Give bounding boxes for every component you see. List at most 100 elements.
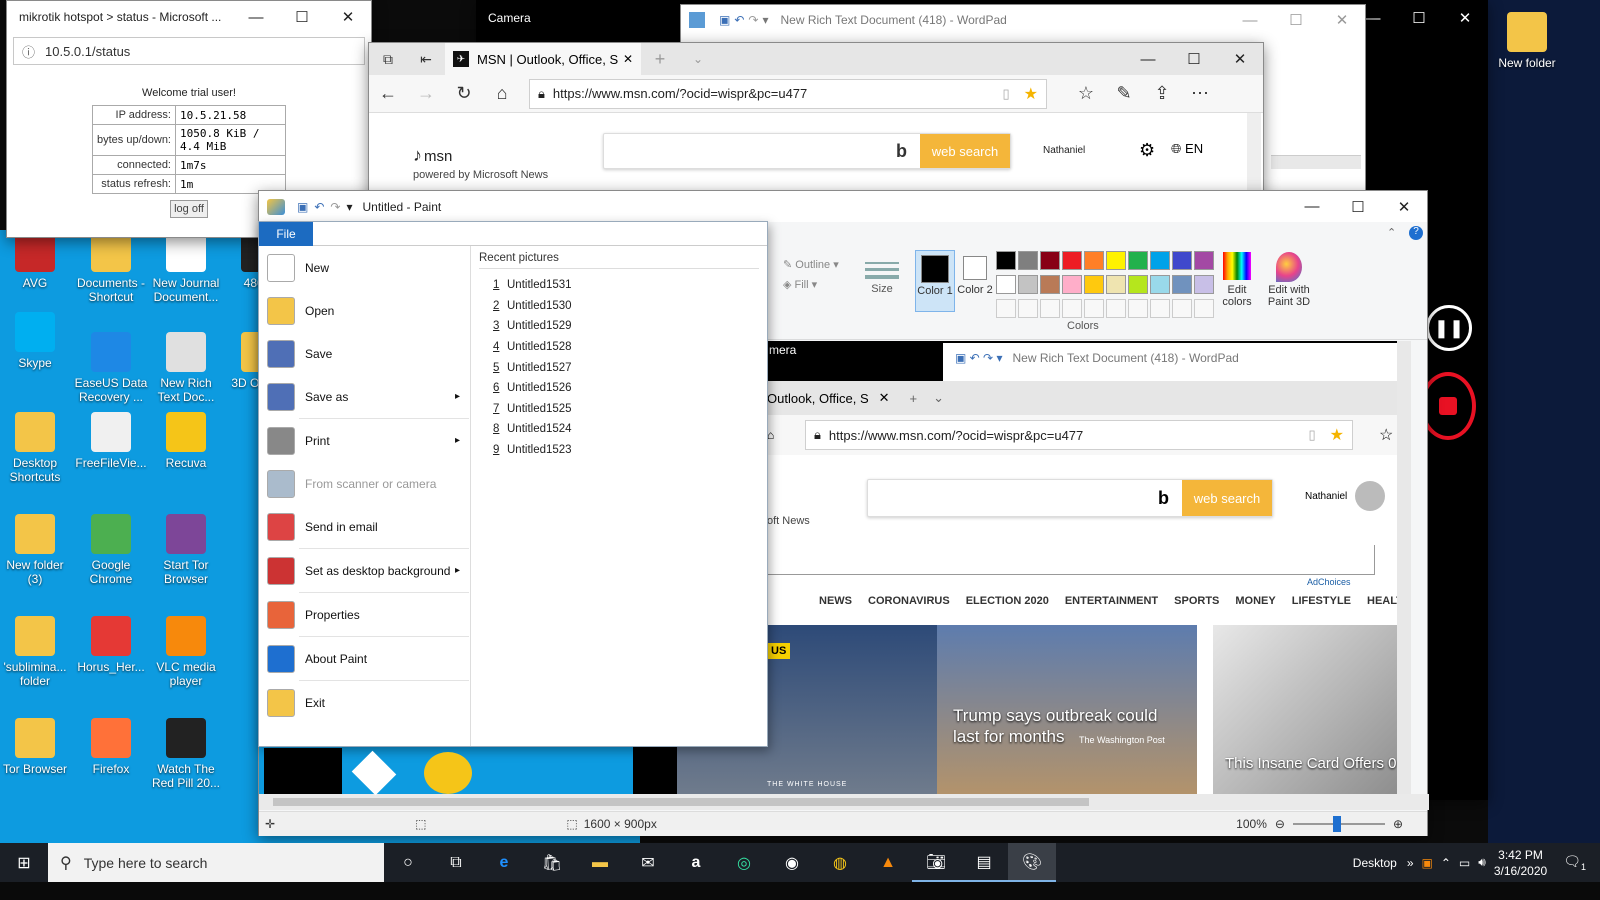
minimize-button[interactable]: —	[233, 2, 279, 32]
close-button[interactable]: ✕	[325, 2, 371, 32]
desktop-icon[interactable]: New folder (3)	[0, 514, 72, 586]
more-icon[interactable]: ⋯	[1181, 83, 1219, 104]
desktop-icon[interactable]: Horus_Her...	[74, 616, 148, 674]
maximize-button[interactable]: ☐	[1335, 192, 1381, 222]
undo-icon[interactable]: ↶	[314, 200, 324, 214]
color-swatch[interactable]	[1106, 275, 1126, 294]
mail-taskbar-icon[interactable]: ✉	[624, 843, 672, 882]
recent-picture-item[interactable]: 4 Untitled1528	[493, 337, 759, 358]
close-button[interactable]: ✕	[1442, 3, 1488, 33]
color-swatch[interactable]	[1106, 251, 1126, 270]
file-menu-item[interactable]: Print ▸	[259, 419, 470, 462]
desktop-icon[interactable]: Start Tor Browser	[149, 514, 223, 586]
home-icon[interactable]: ⌂	[483, 83, 521, 104]
size-button[interactable]: Size	[865, 258, 899, 295]
color-swatch[interactable]	[1150, 275, 1170, 294]
desktop-icon[interactable]: Recuva	[149, 412, 223, 470]
settings-gear-icon[interactable]: ⚙	[1139, 140, 1155, 161]
close-button[interactable]: ✕	[1381, 192, 1427, 222]
desktop-icon[interactable]: Documents - Shortcut	[74, 232, 148, 304]
desktop-icon[interactable]: Tor Browser	[0, 718, 72, 776]
paint-taskbar-icon[interactable]: 🎨︎	[1008, 843, 1056, 882]
horizontal-scrollbar[interactable]	[259, 794, 1429, 810]
save-icon[interactable]: ▣	[719, 13, 730, 27]
news-nav-item[interactable]: ELECTION 2020	[966, 595, 1049, 617]
recent-picture-item[interactable]: 5 Untitled1527	[493, 357, 759, 378]
share-icon[interactable]: ⇪	[1143, 83, 1181, 104]
logoff-button[interactable]: log off	[170, 200, 208, 218]
color-swatch[interactable]	[1150, 251, 1170, 270]
file-menu-item[interactable]: About Paint	[259, 637, 470, 680]
desktop-icon[interactable]: New Journal Document...	[149, 232, 223, 304]
file-menu-item[interactable]: Set as desktop background ▸	[259, 549, 470, 592]
color-swatch[interactable]	[1172, 251, 1192, 270]
msn-search-box[interactable]: b web search	[603, 133, 1011, 169]
save-icon[interactable]: ▣	[297, 200, 308, 214]
color-swatch[interactable]	[1084, 251, 1104, 270]
desktop-icon[interactable]: EaseUS Data Recovery ...	[74, 332, 148, 404]
close-button[interactable]: ✕	[1217, 44, 1263, 74]
amazon-taskbar-icon[interactable]: a	[672, 843, 720, 882]
zoom-in-button[interactable]: ⊕	[1393, 817, 1403, 831]
recent-picture-item[interactable]: 9 Untitled1523	[493, 440, 759, 461]
color-swatch[interactable]	[996, 275, 1016, 294]
file-explorer-taskbar-icon[interactable]: ▬	[576, 843, 624, 882]
store-taskbar-icon[interactable]: 🛍︎	[528, 843, 576, 882]
custom-color-swatch[interactable]	[1128, 299, 1148, 318]
news-nav-item[interactable]: NEWS	[819, 595, 852, 617]
desktop-icon[interactable]: New Rich Text Doc...	[149, 332, 223, 404]
desktop-icon[interactable]: Google Chrome	[74, 514, 148, 586]
tab-msn[interactable]: ✈ MSN | Outlook, Office, S ✕	[445, 43, 641, 75]
desktop-icon-new-folder[interactable]: New folder	[1490, 12, 1564, 70]
custom-color-swatch[interactable]	[1194, 299, 1214, 318]
tripadvisor-taskbar-icon[interactable]: ◎	[720, 843, 768, 882]
camera-roll-taskbar-icon[interactable]: ◍	[816, 843, 864, 882]
tabs-aside-icon[interactable]: ⧉	[369, 51, 407, 68]
quick-access-dropdown-icon[interactable]: ▾	[762, 13, 768, 27]
app-taskbar-icon[interactable]: ◉	[768, 843, 816, 882]
camera-taskbar-icon[interactable]: 📷︎	[912, 843, 960, 882]
custom-color-swatch[interactable]	[1062, 299, 1082, 318]
desktop-icon[interactable]: Skype	[0, 312, 72, 370]
file-menu-item[interactable]: Send in email	[259, 505, 470, 548]
color-swatch[interactable]	[1018, 275, 1038, 294]
edit-with-paint3d-button[interactable]: Edit with Paint 3D	[1261, 250, 1317, 308]
reading-view-icon[interactable]: ▯	[1003, 86, 1010, 102]
edge-taskbar-icon[interactable]: e	[480, 843, 528, 882]
msn-logo[interactable]: ♪ msn	[413, 145, 452, 166]
file-menu-item[interactable]: Exit	[259, 681, 470, 724]
file-menu-item[interactable]: Properties	[259, 593, 470, 636]
recent-picture-item[interactable]: 8 Untitled1524	[493, 419, 759, 440]
clock[interactable]: 3:42 PM 3/16/2020	[1494, 847, 1547, 879]
action-center-icon[interactable]: 🗨︎1	[1563, 853, 1586, 872]
minimize-button[interactable]: —	[1227, 5, 1273, 35]
start-button[interactable]: ⊞	[0, 843, 48, 882]
custom-color-swatch[interactable]	[1040, 299, 1060, 318]
minimize-button[interactable]: —	[1289, 192, 1335, 222]
address-bar[interactable]: ⓘ 10.5.0.1/status	[13, 37, 365, 65]
taskbar-search-box[interactable]: ⚲ Type here to search	[48, 843, 384, 882]
recent-picture-item[interactable]: 6 Untitled1526	[493, 378, 759, 399]
custom-color-swatch[interactable]	[1018, 299, 1038, 318]
redo-icon[interactable]: ↷	[330, 200, 340, 214]
task-view-button[interactable]: ⧉	[432, 843, 480, 882]
canvas-vscroll[interactable]	[1397, 341, 1411, 794]
favorite-star-icon[interactable]: ★	[1024, 84, 1038, 104]
color-swatch[interactable]	[1128, 275, 1148, 294]
volume-icon[interactable]: 🔊︎	[1478, 855, 1486, 870]
color-swatch[interactable]	[1172, 275, 1192, 294]
custom-color-swatch[interactable]	[1106, 299, 1126, 318]
cortana-button[interactable]: ○	[384, 843, 432, 882]
address-bar[interactable]: 🔒︎ https://www.msn.com/?ocid=wispr&pc=u4…	[529, 78, 1047, 109]
pause-button[interactable]: ❚❚	[1426, 305, 1472, 351]
zoom-out-button[interactable]: ⊖	[1275, 817, 1285, 831]
desktop-icon[interactable]: FreeFileVie...	[74, 412, 148, 470]
wordpad-taskbar-icon[interactable]: ▤	[960, 843, 1008, 882]
color-swatch[interactable]	[1194, 251, 1214, 270]
color-swatch[interactable]	[1194, 275, 1214, 294]
news-nav-item[interactable]: SPORTS	[1174, 595, 1219, 617]
color-swatch[interactable]	[1040, 275, 1060, 294]
news-nav-item[interactable]: MONEY	[1235, 595, 1275, 617]
tab-list-icon[interactable]: ⌄	[679, 52, 717, 66]
file-menu-item[interactable]: Save	[259, 332, 470, 375]
